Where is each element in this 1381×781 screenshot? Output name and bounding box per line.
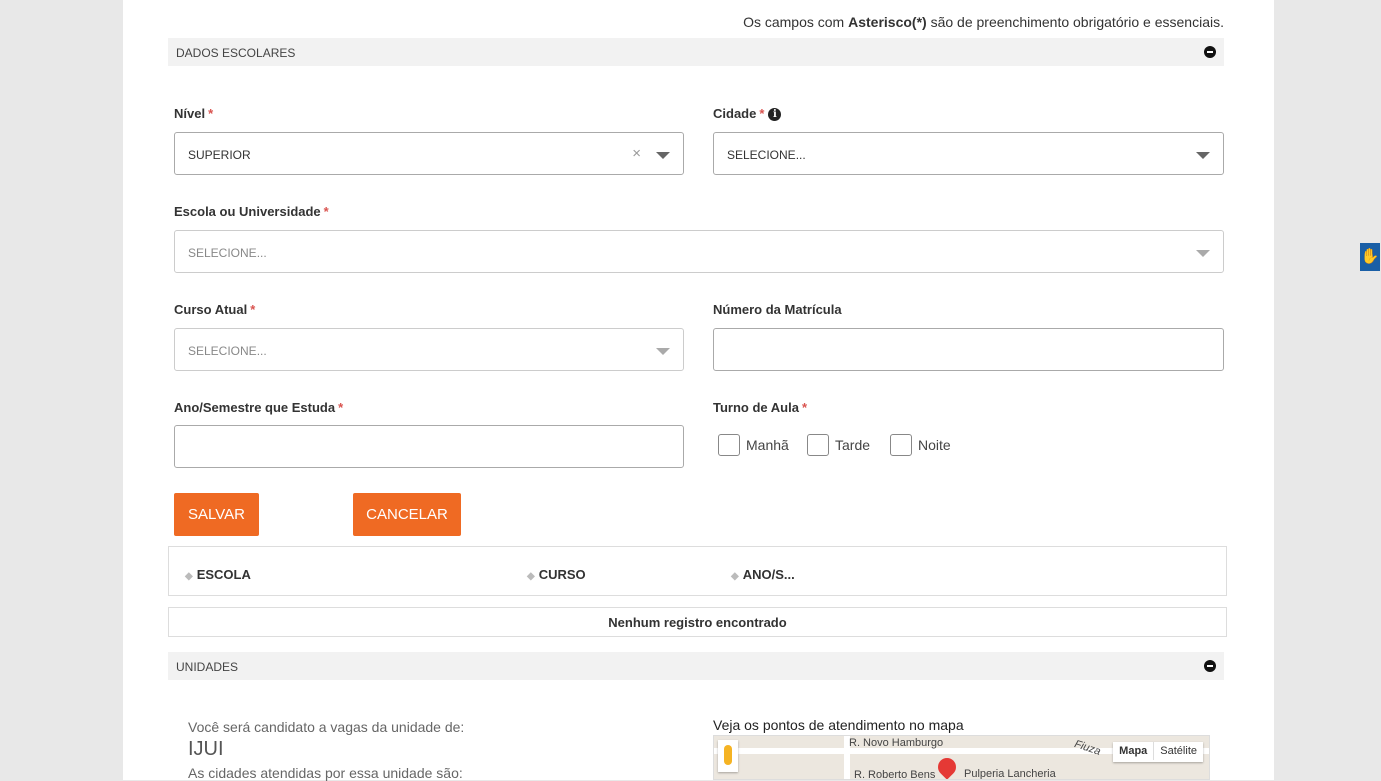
cities-text: As cidades atendidas por essa unidade sã… [188, 765, 463, 781]
curso-select[interactable]: SELECIONE... [174, 328, 684, 371]
map-poi-label: Pulperia Lancheria [964, 768, 1056, 780]
form-page: Os campos com Asterisco(*) são de preenc… [123, 0, 1274, 781]
turno-noite-checkbox[interactable]: Noite [890, 434, 951, 456]
checkbox-box[interactable] [807, 434, 829, 456]
sort-icon: ◆ [527, 571, 535, 582]
column-header-ano[interactable]: ◆ ANO/S... [731, 567, 795, 582]
collapse-icon[interactable] [1204, 46, 1216, 58]
street-view-icon[interactable] [718, 740, 738, 772]
clear-icon[interactable]: × [632, 145, 641, 162]
checkbox-box[interactable] [890, 434, 912, 456]
cancel-button[interactable]: CANCELAR [353, 493, 461, 536]
checkbox-box[interactable] [718, 434, 740, 456]
sort-icon: ◆ [731, 571, 739, 582]
map-street-label: R. Roberto Bens [854, 769, 936, 780]
nivel-label: Nível * [174, 106, 214, 121]
section-title: UNIDADES [176, 660, 239, 674]
chevron-down-icon [656, 348, 670, 355]
unit-name: IJUI [188, 738, 224, 760]
turno-label: Turno de Aula * [713, 400, 808, 415]
map-title: Veja os pontos de atendimento no mapa [713, 717, 964, 733]
save-button[interactable]: SALVAR [174, 493, 259, 536]
turno-manha-checkbox[interactable]: Manhã [718, 434, 789, 456]
sort-icon: ◆ [185, 571, 193, 582]
chevron-down-icon [1196, 152, 1210, 159]
turno-tarde-checkbox[interactable]: Tarde [807, 434, 870, 456]
escola-label: Escola ou Universidade * [174, 204, 329, 219]
satellite-button[interactable]: Satélite [1154, 742, 1203, 760]
map-pin-icon[interactable] [934, 754, 960, 779]
section-header-unidades[interactable]: UNIDADES [168, 652, 1224, 680]
matricula-input[interactable] [713, 328, 1224, 371]
info-icon[interactable]: i [768, 108, 782, 121]
map-street-label: Fiuza [1072, 738, 1103, 758]
required-fields-notice: Os campos com Asterisco(*) são de preenc… [743, 14, 1224, 30]
map-street-label: R. Novo Hamburgo [849, 737, 944, 749]
table-empty-row: Nenhum registro encontrado [168, 607, 1227, 637]
nivel-select[interactable]: SUPERIOR × [174, 132, 684, 175]
column-header-escola[interactable]: ◆ ESCOLA [185, 567, 251, 582]
candidate-text: Você será candidato a vagas da unidade d… [188, 719, 465, 735]
cidade-label: Cidade * i [713, 106, 782, 121]
curso-label: Curso Atual * [174, 302, 256, 317]
escola-select[interactable]: SELECIONE... [174, 230, 1224, 273]
section-title: DADOS ESCOLARES [176, 46, 296, 60]
matricula-label: Número da Matrícula [713, 302, 842, 317]
map[interactable]: R. Novo Hamburgo R. Roberto Bens Fiuza P… [713, 735, 1210, 780]
map-type-control[interactable]: Mapa Satélite [1113, 742, 1203, 762]
ano-input[interactable] [174, 425, 684, 468]
map-button[interactable]: Mapa [1113, 742, 1155, 760]
table-header: ◆ ESCOLA ◆ CURSO ◆ ANO/S... [168, 546, 1227, 596]
accessibility-sign-language-icon[interactable]: ✋ [1360, 243, 1380, 271]
chevron-down-icon [1196, 250, 1210, 257]
cidade-select[interactable]: SELECIONE... [713, 132, 1224, 175]
chevron-down-icon [656, 152, 670, 159]
column-header-curso[interactable]: ◆ CURSO [527, 567, 586, 582]
section-header-dados-escolares[interactable]: DADOS ESCOLARES [168, 38, 1224, 66]
collapse-icon[interactable] [1204, 660, 1216, 672]
ano-label: Ano/Semestre que Estuda * [174, 400, 344, 415]
